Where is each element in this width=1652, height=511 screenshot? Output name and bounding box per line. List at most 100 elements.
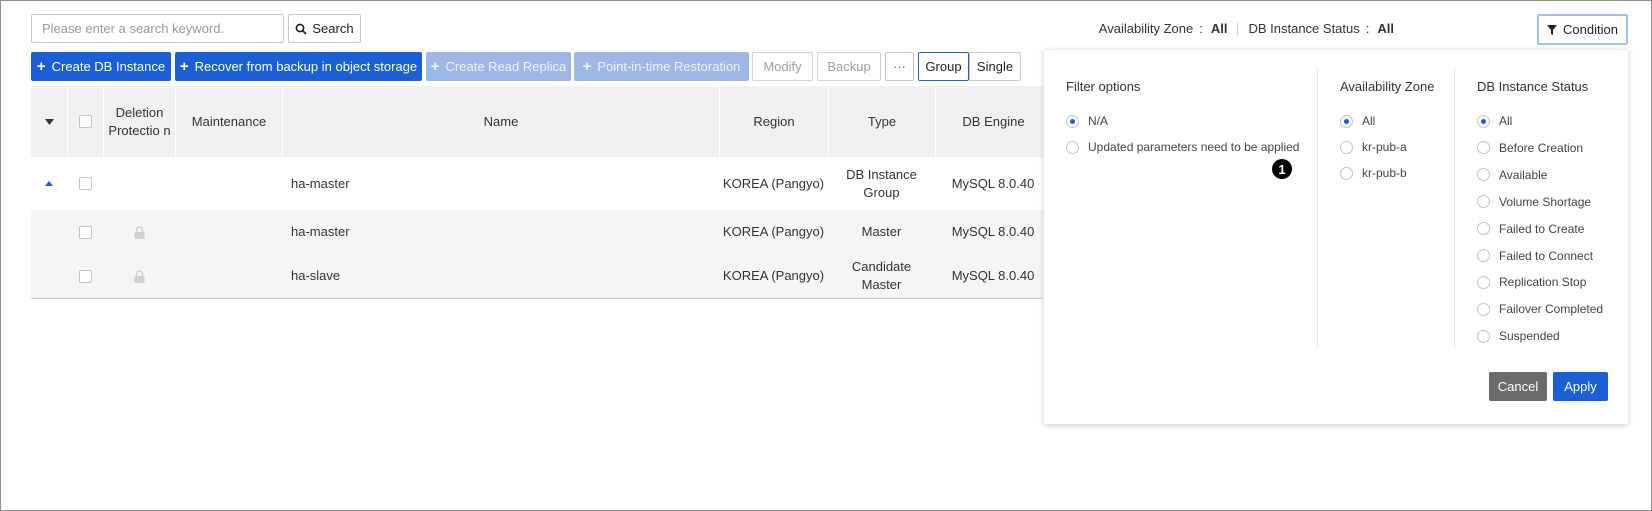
row-type: Master [861,224,902,239]
condition-button[interactable]: Condition [1537,14,1628,45]
filter-option-label: Updated parameters need to be applied [1088,140,1300,154]
create-db-instance-label: Create DB Instance [51,59,166,74]
single-label: Single [976,59,1014,74]
db-instance-status-radio[interactable] [1477,168,1490,182]
condition-panel: Filter options Availability Zone DB Inst… [1044,50,1628,424]
search-input[interactable] [31,14,284,43]
filter-icon [1547,24,1558,35]
column-divider [1317,68,1318,348]
db-instance-status-option[interactable]: Replication Stop [1477,275,1586,289]
db-instance-status-option[interactable]: Before Creation [1477,141,1583,155]
column-divider [1454,68,1455,348]
db-instance-status-radio[interactable] [1477,114,1490,128]
group-label: Group [925,59,962,74]
create-db-instance-button[interactable]: + Create DB Instance [31,52,171,81]
db-instance-status-option-label: Suspended [1499,329,1560,344]
group-view-button[interactable]: Group [918,52,969,81]
create-read-replica-button[interactable]: + Create Read Replica [426,52,571,81]
deletion-protection-cell [103,254,175,298]
expand-all-toggle[interactable] [31,86,67,157]
availability-zone-radio[interactable] [1340,166,1353,180]
row-checkbox-cell [67,157,103,210]
single-view-button[interactable]: Single [969,52,1021,81]
row-name[interactable]: ha-master [282,157,719,210]
db-instance-status-option[interactable]: Volume Shortage [1477,195,1591,209]
az-summary-separator: : [1199,21,1203,36]
plus-icon: + [430,58,440,75]
more-actions-button[interactable]: ··· [885,52,914,81]
db-instance-status-radio[interactable] [1477,222,1490,236]
row-db-engine: MySQL 8.0.40 [951,268,1035,283]
db-instance-status-option[interactable]: Failover Completed [1477,302,1603,316]
row-region: KOREA (Pangyo) [722,268,825,283]
recover-from-backup-label: Recover from backup in object storage [194,59,418,74]
annotation-badge: 1 [1272,159,1292,179]
filter-options-title: Filter options [1066,79,1141,94]
apply-button[interactable]: Apply [1553,372,1608,401]
collapse-group-toggle[interactable] [31,157,67,210]
az-summary-label: Availability Zone [1098,21,1194,36]
create-read-replica-label: Create Read Replica [445,59,567,74]
row-db-engine: MySQL 8.0.40 [951,175,1035,191]
header-region[interactable]: Region [719,86,828,157]
db-instance-status-option[interactable]: Available [1477,168,1547,182]
db-instance-status-radio[interactable] [1477,275,1490,289]
db-instance-status-radio[interactable] [1477,249,1490,262]
db-instance-status-radio[interactable] [1477,195,1490,209]
header-name[interactable]: Name [282,86,719,157]
db-instance-status-option-label: Failover Completed [1499,302,1604,317]
db-instance-status-title: DB Instance Status [1477,79,1589,94]
availability-zone-option[interactable]: All [1340,114,1375,128]
filter-radio[interactable] [1066,114,1079,128]
row-checkbox[interactable] [78,225,92,239]
availability-zone-title: Availability Zone [1340,79,1435,94]
modify-button[interactable]: Modify [752,52,813,81]
filter-option[interactable]: N/A [1066,114,1108,128]
table-bottom-border [31,298,1043,299]
az-summary-value: All [1210,21,1228,36]
plus-icon: + [582,58,592,75]
table-row[interactable]: ha-master KOREA (Pangyo) Master MySQL 8.… [31,210,1043,254]
search-button-label: Search [312,21,354,36]
row-checkbox[interactable] [78,177,92,190]
db-instance-status-option-label: Failed to Connect [1499,248,1594,263]
more-icon: ··· [893,59,906,74]
header-type[interactable]: Type [828,86,935,157]
select-all-checkbox[interactable] [79,115,92,128]
backup-label: Backup [827,59,871,74]
recover-from-backup-button[interactable]: + Recover from backup in object storage [175,52,422,81]
db-instance-status-option[interactable]: Failed to Create [1477,222,1584,236]
row-checkbox[interactable] [78,269,92,283]
status-summary-value: All [1377,21,1394,36]
point-in-time-restoration-label: Point-in-time Restoration [597,59,741,74]
table-header: Deletion Protectio n Maintenance Name Re… [31,86,1043,157]
db-instance-status-radio[interactable] [1477,141,1490,155]
availability-zone-option[interactable]: kr-pub-a [1340,140,1407,154]
filter-option-label: N/A [1088,114,1109,128]
search-button[interactable]: Search [288,14,361,43]
availability-zone-radio[interactable] [1340,114,1353,128]
filter-radio[interactable] [1066,140,1079,154]
availability-zone-radio[interactable] [1340,140,1353,154]
db-instance-status-radio[interactable] [1477,302,1490,316]
availability-zone-option[interactable]: kr-pub-b [1340,166,1407,180]
row-db-engine: MySQL 8.0.40 [951,224,1035,239]
db-instance-status-option[interactable]: All [1477,114,1512,128]
row-name[interactable]: ha-slave [282,254,719,298]
table-row[interactable]: ha-slave KOREA (Pangyo) Candidate Master… [31,254,1043,298]
filter-option[interactable]: Updated parameters need to be applied [1066,140,1299,154]
point-in-time-restoration-button[interactable]: + Point-in-time Restoration [574,52,749,81]
db-instance-status-option-label: Volume Shortage [1499,194,1592,209]
row-name[interactable]: ha-master [282,210,719,254]
backup-button[interactable]: Backup [817,52,881,81]
db-instance-status-option-label: All [1499,114,1513,128]
db-instance-status-option-label: Before Creation [1499,140,1584,155]
header-db-engine[interactable]: DB Engine [935,86,1051,157]
cancel-button[interactable]: Cancel [1489,372,1547,401]
db-instance-status-option[interactable]: Suspended [1477,329,1560,343]
table-row[interactable]: ha-master KOREA (Pangyo) DB Instance Gro… [31,157,1043,210]
modify-label: Modify [763,59,802,74]
db-instance-status-option[interactable]: Failed to Connect [1477,249,1593,263]
db-instance-status-radio[interactable] [1477,329,1490,343]
caret-down-icon [44,118,54,125]
